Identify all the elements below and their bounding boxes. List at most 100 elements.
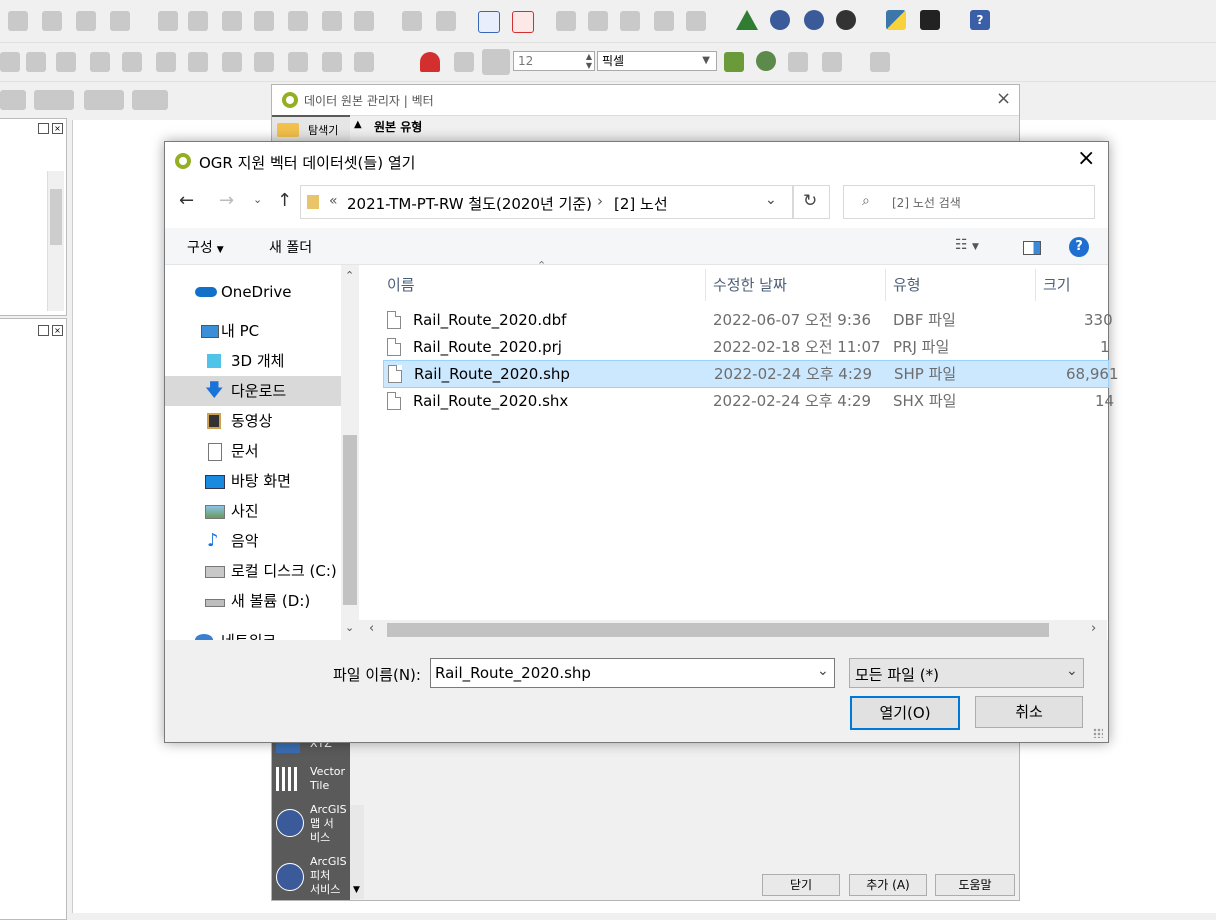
close-icon[interactable]: × (996, 88, 1011, 109)
select-value-icon[interactable] (34, 90, 74, 110)
file-row[interactable]: Rail_Route_2020.prj 2022-02-18 오전 11:07 … (383, 334, 1110, 360)
horizontal-scrollbar[interactable]: ‹ › (359, 620, 1107, 640)
cancel-button[interactable]: 취소 (975, 696, 1083, 728)
filename-input[interactable]: Rail_Route_2020.shp ⌄ (430, 658, 835, 688)
scroll-down-icon[interactable]: ▼ (353, 885, 360, 895)
nav-item-volume-d[interactable]: 새 볼륨 (D:) (165, 586, 341, 616)
scroll-up-icon[interactable]: ⌃ (345, 269, 354, 282)
pencil-icon[interactable] (8, 11, 28, 31)
nav-item-documents[interactable]: 문서 (165, 436, 341, 466)
column-header-name[interactable]: 이름 (387, 269, 415, 301)
rotate-point-icon[interactable] (322, 52, 342, 72)
copy-icon[interactable] (254, 11, 274, 31)
dsm-sidebar-item-arcgis-map[interactable]: ArcGIS 맵 서 비스 (276, 803, 348, 847)
preview-pane-icon[interactable] (1023, 241, 1041, 255)
forward-arrow-icon[interactable]: → (219, 190, 234, 211)
topology-icon[interactable] (724, 52, 744, 72)
label-move-icon[interactable] (620, 11, 640, 31)
view-options-icon[interactable]: ☷ ▼ (955, 237, 979, 253)
edit-table-icon[interactable] (158, 11, 178, 31)
python-icon[interactable] (886, 10, 906, 30)
ring-icon[interactable] (26, 52, 46, 72)
add-point-icon[interactable] (76, 11, 96, 31)
label-highlight-icon[interactable] (478, 11, 500, 33)
deselect-icon[interactable] (84, 90, 124, 110)
digitize-icon[interactable] (0, 52, 20, 72)
resize-grip-icon[interactable] (1093, 728, 1103, 738)
select-location-icon[interactable] (132, 90, 168, 110)
nav-item-local-disk-c[interactable]: 로컬 디스크 (C:) (165, 556, 341, 586)
label-rotate-icon[interactable] (654, 11, 674, 31)
snap-type-icon[interactable] (454, 52, 474, 72)
scroll-thumb[interactable] (343, 435, 357, 605)
advanced-digitize-icon[interactable] (870, 52, 890, 72)
label-change-icon[interactable] (686, 11, 706, 31)
split-parts-icon[interactable] (188, 52, 208, 72)
trace-icon[interactable] (756, 51, 776, 71)
dsm-close-button[interactable]: 닫기 (762, 874, 840, 896)
paste-icon[interactable] (288, 11, 308, 31)
nav-item-onedrive[interactable]: OneDrive (165, 277, 341, 307)
panel-float-icon[interactable] (38, 123, 49, 134)
label-red-icon[interactable] (512, 11, 534, 33)
dsm-sidebar-item-vector-tile[interactable]: Vector Tile (276, 765, 348, 795)
merge-icon[interactable] (254, 52, 274, 72)
recent-chevron-icon[interactable]: ⌄ (253, 193, 262, 206)
new-folder-button[interactable]: 새 폴더 (269, 237, 312, 257)
column-header-size[interactable]: 크기 (1043, 269, 1071, 301)
scroll-right-icon[interactable]: › (1091, 621, 1096, 636)
close-icon[interactable]: × (1077, 146, 1095, 171)
globe-add-icon[interactable] (770, 10, 790, 30)
nav-item-videos[interactable]: 동영상 (165, 406, 341, 436)
open-button[interactable]: 열기(O) (850, 696, 960, 730)
column-header-type[interactable]: 유형 (893, 269, 921, 301)
unit-select[interactable]: 픽셀 ▼ (597, 51, 717, 71)
simplify-icon[interactable] (354, 52, 374, 72)
measure-triangle-icon[interactable] (736, 10, 758, 30)
dsm-sidebar-item-browser[interactable]: 탐색기 (272, 117, 350, 141)
select-icon[interactable] (0, 90, 26, 110)
search-box[interactable]: ⌕ [2] 노선 검색 (843, 185, 1095, 219)
nav-item-this-pc[interactable]: 내 PC (165, 316, 341, 346)
panel-close-icon[interactable]: × (52, 123, 63, 134)
panel-close-icon[interactable]: × (52, 325, 63, 336)
label-tool-icon[interactable] (436, 11, 456, 31)
breadcrumb-current[interactable]: [2] 노선 (614, 193, 668, 214)
filetype-select[interactable]: 모든 파일 (*) ⌄ (849, 658, 1084, 688)
organize-button[interactable]: 구성 ▼ (187, 237, 224, 257)
split-icon[interactable] (222, 52, 242, 72)
chevron-down-icon[interactable]: ⌄ (765, 192, 777, 208)
nav-pane-scrollbar[interactable]: ⌃ ⌄ (341, 265, 359, 640)
cut-icon[interactable] (222, 11, 242, 31)
dsm-sidebar-scrollbar[interactable]: ▼ (350, 805, 364, 899)
scroll-left-icon[interactable]: ‹ (369, 621, 374, 636)
offset-icon[interactable] (156, 52, 176, 72)
redo-icon[interactable] (354, 11, 374, 31)
dsm-help-button[interactable]: 도움말 (935, 874, 1015, 896)
nav-item-downloads[interactable]: 🡇 다운로드 (165, 376, 341, 406)
scroll-thumb[interactable] (387, 623, 1049, 637)
panel-scrollbar[interactable] (47, 171, 64, 311)
intersection-icon[interactable] (788, 52, 808, 72)
tolerance-spinbox[interactable]: 12 ▲ ▼ (513, 51, 595, 71)
vertex-tool-icon[interactable] (110, 11, 130, 31)
undo-icon[interactable] (322, 11, 342, 31)
save-edits-icon[interactable] (42, 11, 62, 31)
file-row[interactable]: Rail_Route_2020.dbf 2022-06-07 오전 9:36 D… (383, 307, 1113, 333)
help-book-icon[interactable]: ? (970, 10, 990, 30)
merge-attrs-icon[interactable] (288, 52, 308, 72)
magnet-icon[interactable] (420, 52, 440, 72)
refresh-button[interactable]: ↻ (793, 185, 830, 219)
dsm-sidebar-item-arcgis-feature[interactable]: ArcGIS 피처 서비스 (276, 855, 348, 899)
label-abc-icon[interactable] (402, 11, 422, 31)
reshape-icon[interactable] (122, 52, 142, 72)
nav-item-music[interactable]: ♪ 음악 (165, 526, 341, 556)
panel-float-icon[interactable] (38, 325, 49, 336)
collapse-triangle-icon[interactable]: ▲ (354, 119, 362, 130)
part-icon[interactable] (56, 52, 76, 72)
snap-mode-icon[interactable] (482, 49, 510, 75)
file-row[interactable]: Rail_Route_2020.shx 2022-02-24 오후 4:29 S… (383, 388, 1114, 414)
label-show-icon[interactable] (588, 11, 608, 31)
scroll-thumb[interactable] (50, 189, 62, 245)
scroll-down-icon[interactable]: ⌄ (345, 621, 354, 634)
